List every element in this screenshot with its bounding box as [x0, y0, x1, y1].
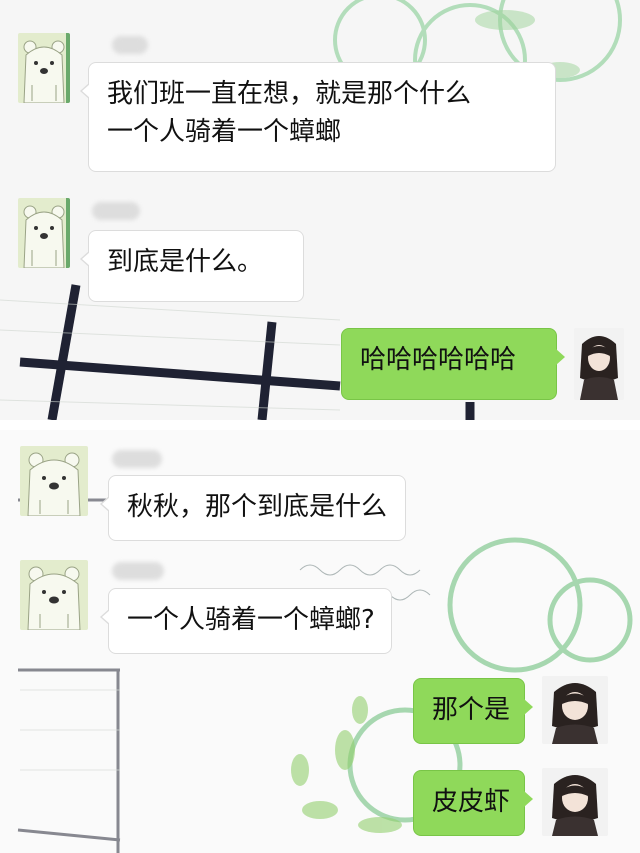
message-text-line: 我们班一直在想，就是那个什么 — [107, 79, 472, 109]
bear-avatar[interactable] — [20, 446, 88, 516]
chat-screenshot-top: 我们班一直在想，就是那个什么 一个人骑着一个蟑螂 到底是什么。 哈哈哈哈哈哈 — [0, 0, 640, 420]
message-bubble-incoming[interactable]: 一个人骑着一个蟑螂? — [100, 588, 392, 654]
sender-name-blurred — [112, 36, 148, 54]
message-text-line: 秋秋，那个到底是什么 — [127, 492, 388, 522]
bear-icon — [18, 33, 70, 103]
sender-name-blurred — [112, 562, 164, 580]
message-text-line: 皮皮虾 — [432, 787, 511, 817]
message-bubble-incoming[interactable]: 到底是什么。 — [80, 230, 304, 302]
girl-avatar[interactable] — [542, 768, 608, 836]
girl-icon — [542, 768, 608, 836]
bear-avatar[interactable] — [18, 198, 70, 268]
girl-icon — [542, 676, 608, 744]
sender-name-blurred — [112, 450, 162, 468]
bear-icon — [18, 198, 70, 268]
message-bubble-outgoing[interactable]: 皮皮虾 — [413, 770, 533, 836]
girl-avatar[interactable] — [574, 328, 624, 400]
message-bubble-incoming[interactable]: 我们班一直在想，就是那个什么 一个人骑着一个蟑螂 — [80, 62, 556, 172]
bear-icon — [20, 446, 88, 516]
bear-icon — [20, 560, 88, 630]
message-text-line: 到底是什么。 — [107, 247, 264, 277]
message-text-line: 那个是 — [432, 695, 511, 725]
bear-avatar[interactable] — [20, 560, 88, 630]
girl-avatar[interactable] — [542, 676, 608, 744]
message-text-line: 一个人骑着一个蟑螂? — [127, 605, 375, 635]
message-bubble-incoming[interactable]: 秋秋，那个到底是什么 — [100, 475, 406, 541]
message-text-line: 哈哈哈哈哈哈 — [360, 345, 517, 375]
chat-screenshot-bottom: 秋秋，那个到底是什么 一个人骑着一个蟑螂? 那个是 皮皮虾 — [0, 430, 640, 853]
message-text-line: 一个人骑着一个蟑螂 — [107, 117, 342, 147]
screenshot-divider — [0, 420, 640, 430]
girl-icon — [574, 328, 624, 400]
sender-name-blurred — [92, 202, 140, 220]
bear-avatar[interactable] — [18, 33, 70, 103]
message-bubble-outgoing[interactable]: 那个是 — [413, 678, 533, 744]
message-bubble-outgoing[interactable]: 哈哈哈哈哈哈 — [341, 328, 565, 400]
